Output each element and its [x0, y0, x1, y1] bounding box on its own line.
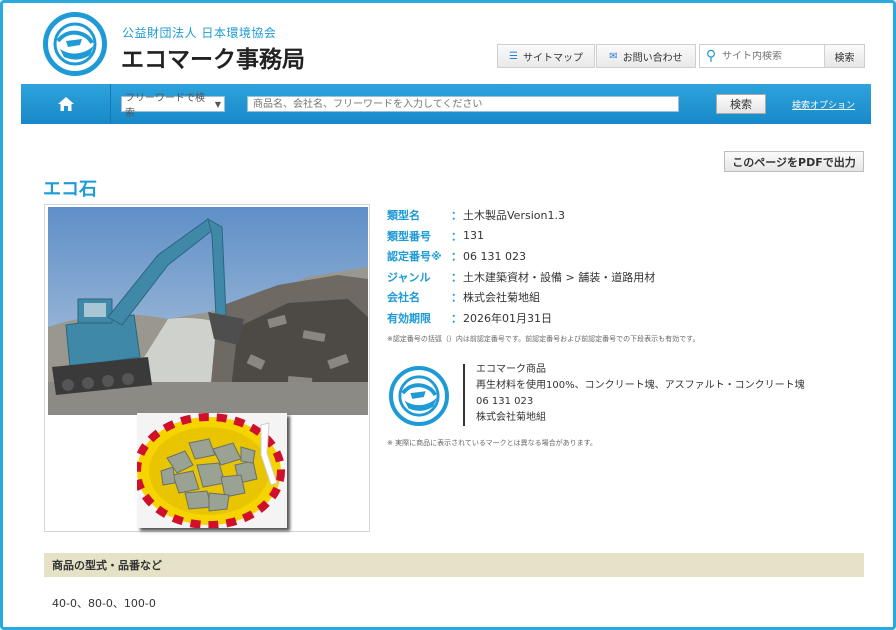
detail-colon: ： [451, 270, 462, 284]
mark-number: 06 131 023 [476, 396, 534, 407]
detail-colon: ： [451, 250, 462, 264]
product-title: エコ石 [43, 179, 97, 200]
site-search-input[interactable] [722, 50, 822, 62]
mark-company: 株式会社菊地組 [476, 412, 546, 423]
sitemap-button[interactable]: ☰ サイトマップ [497, 44, 595, 68]
product-details: 類型名 ： 土木製品Version1.3 類型番号 ： 131 認定番号※ ： … [387, 205, 655, 328]
search-mode-select[interactable]: フリーワードで検索 ▼ [121, 93, 225, 119]
detail-row-category-number: 類型番号 ： 131 [387, 226, 655, 247]
org-name: 公益財団法人 日本環境協会 [122, 26, 277, 40]
detail-row-genre: ジャンル ： 土木建築資材・設備 > 舗装・道路用材 [387, 267, 655, 288]
mark-description: 再生材料を使用100%、コンクリート塊、アスファルト・コンクリート塊 [476, 380, 805, 391]
contact-label: お問い合わせ [622, 52, 683, 64]
detail-label: 会社名 [387, 291, 420, 305]
detail-label: 認定番号※ [387, 250, 442, 264]
detail-label: ジャンル [387, 270, 431, 284]
search-mode-value: フリーワードで検索 [125, 93, 205, 119]
detail-colon: ： [451, 311, 462, 325]
mark-text: エコマーク商品 再生材料を使用100%、コンクリート塊、アスファルト・コンクリー… [476, 362, 805, 426]
detail-row-certification-number: 認定番号※ ： 06 131 023 [387, 246, 655, 267]
section-body-model: 40-0、80-0、100-0 [52, 597, 156, 610]
search-button[interactable]: 検索 [716, 94, 766, 114]
detail-colon: ： [451, 229, 462, 243]
detail-row-company: 会社名 ： 株式会社菊地組 [387, 287, 655, 308]
site-title[interactable]: エコマーク事務局 [121, 40, 305, 74]
detail-colon: ： [451, 209, 462, 223]
section-heading-model: 商品の型式・品番など [44, 553, 864, 577]
detail-colon: ： [451, 291, 462, 305]
search-options-link[interactable]: 検索オプション [792, 98, 855, 111]
detail-value: 131 [463, 229, 484, 243]
mark-divider [463, 364, 465, 426]
search-icon: ⚲ [705, 48, 717, 64]
pdf-export-button[interactable]: このページをPDFで出力 [724, 151, 864, 172]
eco-stone-photo [137, 413, 287, 528]
home-button[interactable] [21, 84, 111, 124]
mark-note: ※ 実際に商品に表示されているマークとは異なる場合があります。 [387, 439, 597, 447]
freeword-search-input[interactable] [247, 96, 679, 112]
detail-label: 有効期限 [387, 311, 431, 325]
home-icon [57, 97, 74, 111]
excavator-photo [48, 207, 368, 415]
detail-value: 2026年01月31日 [463, 311, 552, 325]
certification-note: ※認定番号の括弧（）内は前認定番号です。前認定番号および前認定番号での下段表示も… [387, 335, 700, 343]
list-icon: ☰ [509, 50, 518, 62]
detail-value: 株式会社菊地組 [463, 291, 540, 305]
mail-icon: ✉ [609, 50, 618, 62]
contact-button[interactable]: ✉ お問い合わせ [596, 44, 696, 68]
detail-label: 類型名 [387, 209, 420, 223]
sitemap-label: サイトマップ [522, 52, 583, 64]
product-photo-box [44, 204, 370, 532]
detail-value: 06 131 023 [463, 249, 526, 263]
site-search-button[interactable]: 検索 [824, 45, 864, 67]
detail-label: 類型番号 [387, 229, 431, 243]
search-navbar: フリーワードで検索 ▼ 検索 検索オプション [21, 84, 871, 124]
eco-mark-icon [389, 366, 449, 426]
eco-mark-logo[interactable] [43, 12, 107, 76]
chevron-down-icon: ▼ [214, 99, 221, 109]
detail-row-category-name: 類型名 ： 土木製品Version1.3 [387, 205, 655, 226]
detail-value: 土木建築資材・設備 > 舗装・道路用材 [463, 270, 656, 284]
site-search: ⚲ 検索 [699, 44, 865, 68]
detail-value: 土木製品Version1.3 [463, 209, 565, 223]
earth-hand-icon [53, 22, 97, 66]
mark-title: エコマーク商品 [476, 364, 546, 375]
detail-row-expiry: 有効期限 ： 2026年01月31日 [387, 308, 655, 329]
